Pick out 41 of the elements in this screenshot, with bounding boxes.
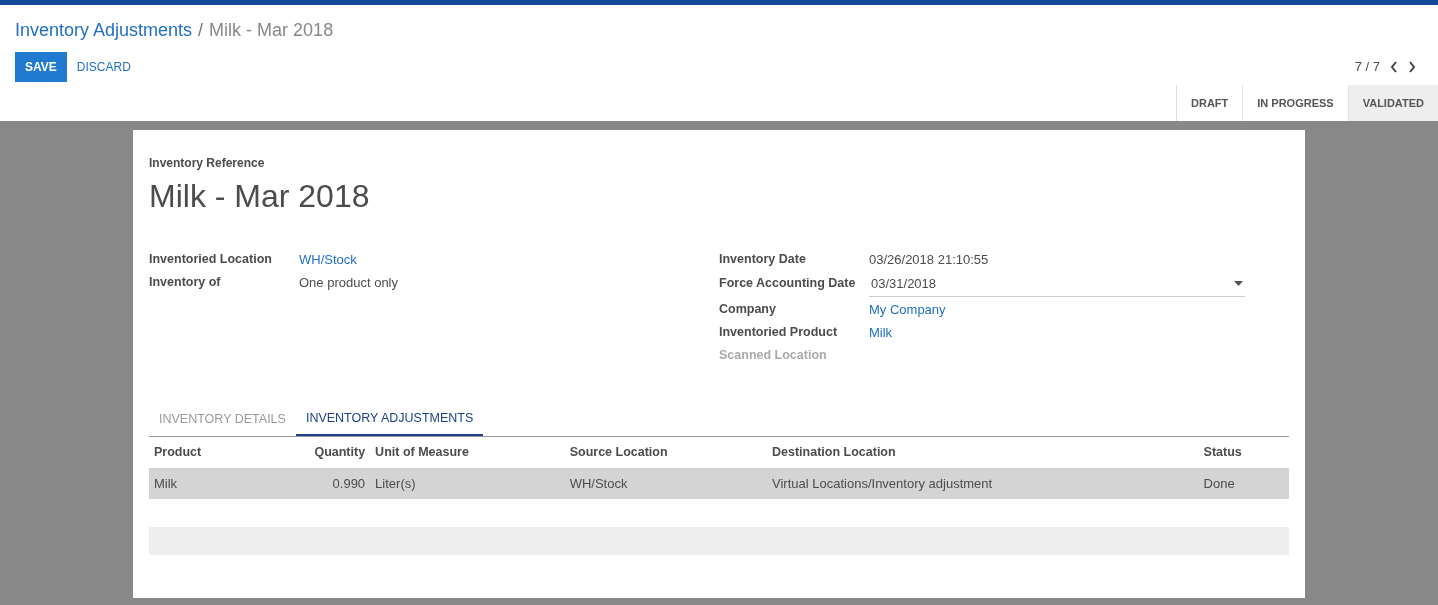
record-title: Milk - Mar 2018 (149, 177, 371, 216)
column-header: Status (1198, 436, 1289, 468)
next-icon[interactable] (1408, 60, 1416, 73)
breadcrumb-link[interactable]: Inventory Adjustments (15, 17, 193, 44)
field-link[interactable]: My Company (869, 300, 946, 320)
table-cell: Done (1203, 475, 1235, 491)
previous-icon[interactable] (1390, 60, 1398, 73)
field-label: Force Accounting Date (719, 275, 857, 292)
field-label: Inventoried Location (149, 251, 273, 268)
discard-button[interactable]: DISCARD (66, 52, 141, 82)
status-step[interactable]: VALIDATED (1348, 85, 1438, 121)
caret-icon (1234, 281, 1243, 287)
column-header: Unit of Measure (370, 436, 565, 468)
field-label: Inventory Reference (149, 155, 266, 172)
tab[interactable]: INVENTORY DETAILS (149, 403, 296, 436)
field-label: Inventory Date (719, 251, 807, 268)
field-label: Scanned Location (719, 347, 828, 364)
field-value: 03/26/2018 21:10:55 (869, 251, 989, 269)
breadcrumb-separator: / (198, 19, 204, 42)
field-value: One product only (299, 274, 398, 292)
column-header: Product (149, 436, 257, 468)
column-header: Destination Location (767, 436, 1199, 468)
column-header: Quantity (256, 436, 371, 468)
date-field[interactable]: 03/31/2018 (869, 274, 1245, 297)
table-cell: WH/Stock (569, 475, 628, 491)
pager-counter: 7 / 7 (1354, 58, 1380, 76)
tab[interactable]: INVENTORY ADJUSTMENTS (295, 403, 484, 436)
field-link[interactable]: WH/Stock (299, 250, 357, 270)
field-label: Company (719, 301, 777, 318)
table-row[interactable]: Milk 0.990 Liter(s) WH/Stock Virtual Locations/Inventory adjustment Done (149, 467, 1289, 499)
save-button[interactable]: SAVE (15, 52, 67, 82)
table-cell: Virtual Locations/Inventory adjustment (772, 475, 993, 491)
column-header: Source Location (564, 436, 768, 468)
breadcrumb-current: Milk - Mar 2018 (209, 19, 334, 42)
table-cell: 0.990 (332, 475, 366, 491)
table-cell: Liter(s) (375, 475, 416, 491)
table-cell: Milk (154, 475, 178, 491)
field-label: Inventoried Product (719, 324, 839, 341)
field-value: 03/31/2018 (871, 275, 937, 293)
field-link[interactable]: Milk (869, 323, 893, 343)
field-label: Inventory of (149, 274, 222, 291)
